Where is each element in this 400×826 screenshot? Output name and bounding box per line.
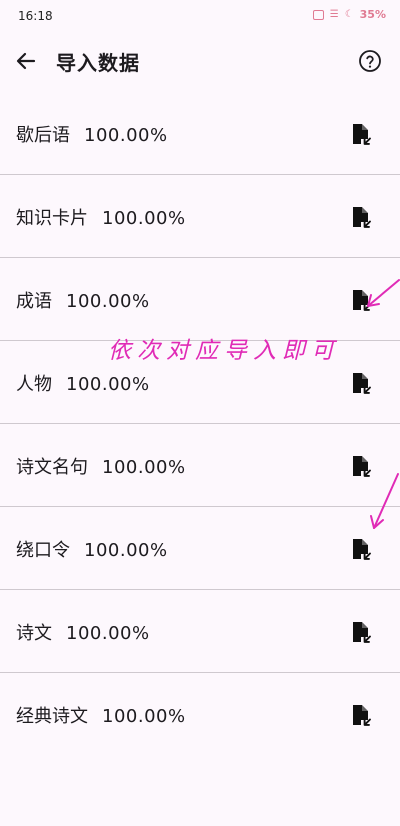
- list-item: 成语 100.00%: [0, 258, 400, 341]
- item-name: 歇后语: [16, 125, 70, 146]
- list-item: 经典诗文 100.00%: [0, 673, 400, 755]
- list-item-text: 诗文名句 100.00%: [16, 453, 186, 479]
- list-item-text: 歇后语 100.00%: [16, 121, 168, 147]
- item-name: 诗文名句: [16, 457, 88, 478]
- list-item: 诗文 100.00%: [0, 590, 400, 673]
- file-import-icon[interactable]: [348, 537, 372, 561]
- item-name: 人物: [16, 374, 52, 395]
- file-import-icon[interactable]: [348, 620, 372, 644]
- annotation-arrow-lower: [370, 473, 399, 529]
- item-name: 绕口令: [16, 540, 70, 561]
- item-name: 知识卡片: [16, 208, 88, 229]
- annotation-text: 依次对应导入即可: [108, 338, 340, 364]
- item-progress: 100.00%: [66, 291, 150, 312]
- sim-icon: [312, 9, 324, 20]
- list-item-text: 成语 100.00%: [16, 287, 150, 313]
- status-icons: ☰ ☾ 35%: [312, 8, 386, 21]
- item-name: 成语: [16, 291, 52, 312]
- item-progress: 100.00%: [66, 374, 150, 395]
- list-item-text: 人物 100.00%: [16, 370, 150, 396]
- list-item-text: 绕口令 100.00%: [16, 536, 168, 562]
- file-import-icon[interactable]: [348, 122, 372, 146]
- list-item: 歇后语 100.00%: [0, 92, 400, 175]
- status-time: 16:18: [18, 9, 53, 23]
- item-progress: 100.00%: [102, 208, 186, 229]
- app-bar: 导入数据: [0, 38, 400, 84]
- list-item: 诗文名句 100.00%: [0, 424, 400, 507]
- moon-icon: ☾: [344, 8, 354, 20]
- page-title: 导入数据: [56, 51, 140, 75]
- item-progress: 100.00%: [102, 457, 186, 478]
- signal-icon: ☰: [329, 8, 339, 20]
- item-name: 经典诗文: [16, 706, 88, 727]
- list-item-text: 经典诗文 100.00%: [16, 702, 186, 728]
- arrow-left-icon[interactable]: [14, 49, 38, 73]
- import-list: 歇后语 100.00% 知识卡片 100.00% 成语 100.00% 人物 100.00% 诗…: [0, 92, 400, 755]
- item-progress: 100.00%: [102, 706, 186, 727]
- list-item: 知识卡片 100.00%: [0, 175, 400, 258]
- item-progress: 100.00%: [84, 125, 168, 146]
- item-name: 诗文: [16, 623, 52, 644]
- list-item: 绕口令 100.00%: [0, 507, 400, 590]
- file-import-icon[interactable]: [348, 371, 372, 395]
- item-progress: 100.00%: [66, 623, 150, 644]
- help-circle-icon[interactable]: [358, 49, 382, 73]
- battery-level: 35%: [359, 8, 386, 21]
- annotation-arrow-upper: [367, 279, 400, 307]
- list-item-text: 知识卡片 100.00%: [16, 204, 186, 230]
- list-item-text: 诗文 100.00%: [16, 619, 150, 645]
- file-import-icon[interactable]: [348, 703, 372, 727]
- item-progress: 100.00%: [84, 540, 168, 561]
- status-bar: 16:18 ☰ ☾ 35%: [0, 0, 400, 32]
- file-import-icon[interactable]: [348, 205, 372, 229]
